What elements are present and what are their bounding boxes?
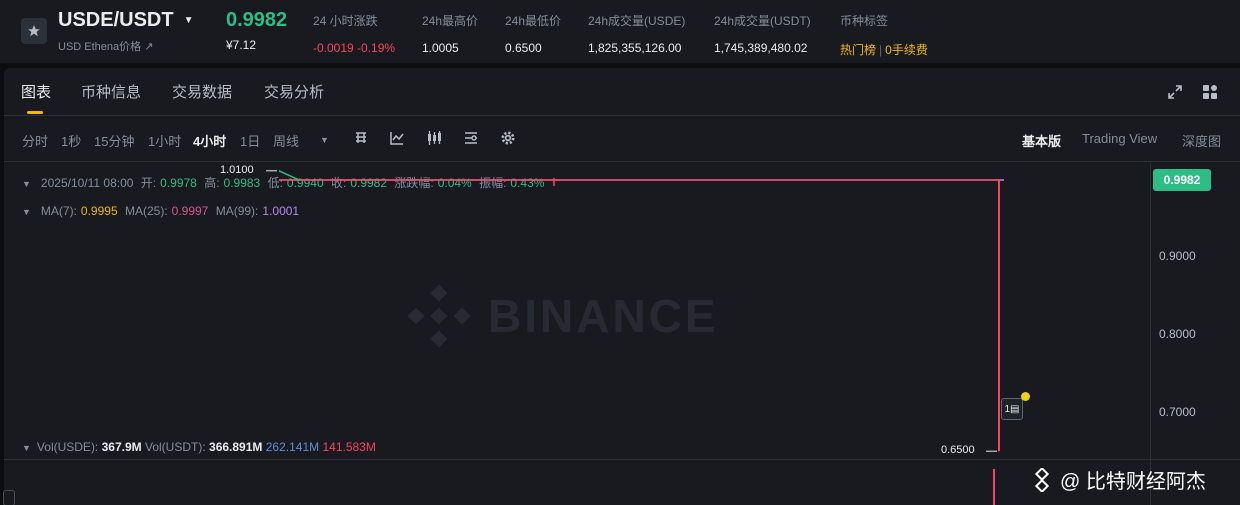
vol-ma-value: 262.141M xyxy=(265,440,320,454)
stat-24h-vol-usdt: 24h成交量(USDT) 1,745,389,480.02 xyxy=(714,12,811,55)
gear-icon[interactable] xyxy=(500,130,516,146)
interval-1s[interactable]: 1秒 xyxy=(61,131,81,150)
volume-divider xyxy=(4,459,1240,460)
view-basic[interactable]: 基本版 xyxy=(1022,131,1061,150)
vol-usdt-label: Vol(USDT): xyxy=(145,440,206,454)
diamond-logo-icon xyxy=(1034,467,1050,492)
current-price-badge: 0.9982 xyxy=(1153,168,1211,191)
tab-active-indicator xyxy=(27,111,43,114)
note-icon[interactable]: 1▤ xyxy=(1001,398,1023,420)
tag-hot-link[interactable]: 热门榜 xyxy=(840,43,876,57)
stat-24h-change: 24 小时涨跌 -0.0019 -0.19% xyxy=(313,12,395,55)
expand-icon[interactable] xyxy=(1166,83,1184,101)
indicator-icon[interactable] xyxy=(389,130,405,146)
tag-separator: | xyxy=(879,43,883,57)
candlestick-icon[interactable] xyxy=(426,130,442,146)
interval-1h[interactable]: 1小时 xyxy=(148,131,181,150)
interval-4h[interactable]: 4小时 xyxy=(193,131,226,150)
y-axis-tick: 0.9000 xyxy=(1159,249,1196,264)
stat-24h-high: 24h最高价 1.0005 xyxy=(422,12,478,55)
depth-settings-icon[interactable] xyxy=(463,130,479,146)
stat-label: 24 小时涨跌 xyxy=(313,14,378,28)
stat-24h-vol-usde: 24h成交量(USDE) 1,825,355,126.00 xyxy=(588,12,685,55)
price-axis-divider xyxy=(1150,163,1151,505)
vol-usde-value: 367.9M xyxy=(101,440,142,454)
interval-more-dropdown-icon[interactable]: ▼ xyxy=(320,135,329,145)
credit-text: @ 比特财经阿杰 xyxy=(1060,471,1206,493)
vol-ma-value-2: 141.583M xyxy=(322,440,376,454)
interval-1d[interactable]: 1日 xyxy=(240,131,260,150)
layout-grid-icon[interactable] xyxy=(1201,83,1219,101)
last-price: 0.9982 xyxy=(226,9,288,31)
stat-24h-low: 24h最低价 0.6500 xyxy=(505,12,561,55)
stat-tags: 币种标签 热门榜 | 0手续费 xyxy=(840,12,928,58)
tab-chart[interactable]: 图表 xyxy=(21,81,51,102)
chart-style-icon[interactable] xyxy=(353,130,369,146)
interval-1w[interactable]: 周线 xyxy=(273,131,299,150)
star-icon xyxy=(28,25,40,37)
stat-value: 1.0005 xyxy=(422,41,459,55)
y-axis-tick: 0.7000 xyxy=(1159,405,1196,420)
caret-down-icon: ▼ xyxy=(183,15,194,26)
tab-coin-info[interactable]: 币种信息 xyxy=(81,81,141,102)
price-cny: ¥7.12 xyxy=(226,38,257,52)
favorite-button[interactable] xyxy=(21,18,47,44)
tab-trading-data[interactable]: 交易数据 xyxy=(172,81,232,102)
tag-fee-link[interactable]: 0手续费 xyxy=(885,43,928,57)
scroll-handle[interactable] xyxy=(3,490,15,505)
volume-bar xyxy=(993,469,995,505)
stat-label: 币种标签 xyxy=(840,14,889,28)
stat-label: 24h成交量(USDT) xyxy=(714,14,811,28)
view-depth[interactable]: 深度图 xyxy=(1182,131,1221,150)
symbol-price-link[interactable]: USD Ethena价格 ↗ xyxy=(58,38,153,54)
tab-trading-analysis[interactable]: 交易分析 xyxy=(264,81,324,102)
vol-usdt-value: 366.891M xyxy=(209,440,263,454)
interval-time[interactable]: 分时 xyxy=(22,131,48,150)
view-tradingview[interactable]: Trading View xyxy=(1082,131,1157,146)
stat-label: 24h最低价 xyxy=(505,14,562,28)
stat-value: 0.6500 xyxy=(505,41,542,55)
price-line-start xyxy=(278,170,300,181)
symbol-selector[interactable]: USDE/USDT ▼ xyxy=(58,9,193,32)
ticker-bar: USDE/USDT ▼ USD Ethena价格 ↗ 0.9982 ¥7.12 … xyxy=(0,0,1240,64)
y-axis-tick: 0.8000 xyxy=(1159,327,1196,342)
volume-info: ▼ Vol(USDE): 367.9M Vol(USDT): 366.891M 2… xyxy=(22,440,376,454)
notification-dot xyxy=(1021,392,1030,401)
vol-usde-label: Vol(USDE): xyxy=(36,440,99,454)
stat-value: -0.0019 -0.19% xyxy=(313,41,396,55)
author-credit: @ 比特财经阿杰 xyxy=(1030,465,1206,494)
chart-toolbar: 分时 1秒 15分钟 1小时 4小时 1日 周线 ▼ 基本版 Trading V… xyxy=(4,117,1240,162)
tab-bar: 图表 币种信息 交易数据 交易分析 xyxy=(4,68,1240,116)
high-marker-label: 1.0100 xyxy=(220,163,254,176)
stat-value: 1,745,389,480.02 xyxy=(714,41,808,55)
low-marker-label: 0.6500 xyxy=(941,444,975,457)
stat-label: 24h最高价 xyxy=(422,14,479,28)
symbol-name: USDE/USDT xyxy=(58,9,174,31)
chart-panel: 图表 币种信息 交易数据 交易分析 分时 1秒 15分钟 1小时 4小时 1日 … xyxy=(4,68,1240,505)
stat-value: 1,825,355,126.00 xyxy=(588,41,682,55)
price-chart-svg xyxy=(266,170,1004,452)
stat-label: 24h成交量(USDE) xyxy=(588,14,686,28)
interval-15m[interactable]: 15分钟 xyxy=(94,131,134,150)
collapse-chevron-icon[interactable]: ▼ xyxy=(22,443,31,453)
